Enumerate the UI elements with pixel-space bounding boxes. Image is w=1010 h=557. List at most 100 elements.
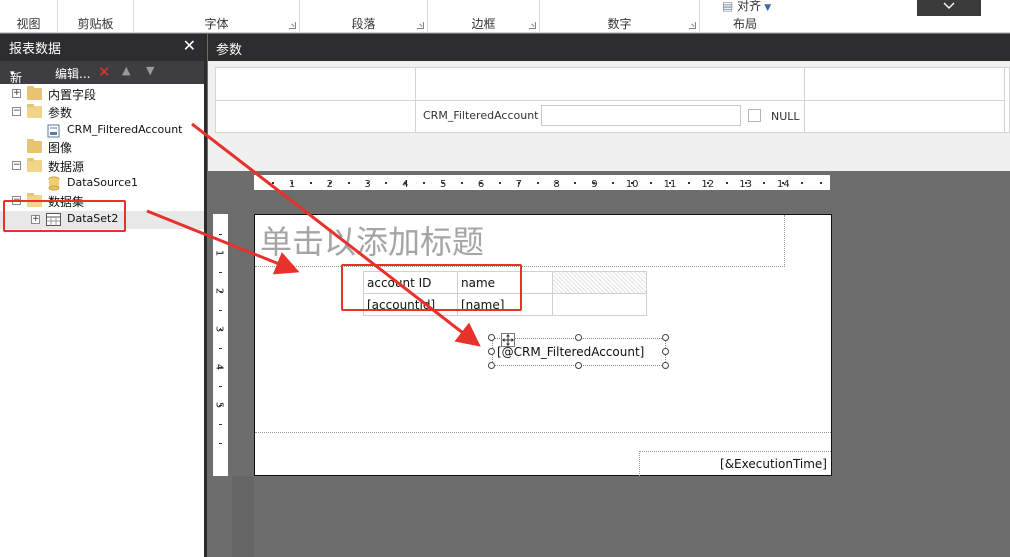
ruler-tick-mark xyxy=(668,182,671,184)
ruler-tick-label: 3 xyxy=(364,179,371,190)
ribbon-group-clipboard[interactable]: 剪贴板 xyxy=(58,0,134,33)
chevron-down-icon: ▼ xyxy=(764,3,772,13)
ruler-tick-mark xyxy=(479,182,482,184)
panel-header: 报表数据 ✕ xyxy=(0,34,204,61)
execution-time-textbox[interactable]: [&ExecutionTime] xyxy=(639,451,831,476)
resize-handle[interactable] xyxy=(488,348,495,355)
ruler-tick-mark xyxy=(219,424,222,425)
ribbon-group-label: 字体 xyxy=(204,17,229,31)
table-data-cell[interactable] xyxy=(552,293,647,316)
ruler-tick-label: 9 xyxy=(591,179,598,190)
folder-open-icon xyxy=(27,158,42,172)
resize-handle[interactable] xyxy=(662,362,669,369)
ribbon-group-font[interactable]: 字体 xyxy=(134,0,300,33)
close-icon[interactable]: ✕ xyxy=(183,36,196,55)
page-footer-divider xyxy=(255,432,831,433)
ruler-tick-mark xyxy=(782,182,785,184)
ruler-tick-label: 13 xyxy=(739,179,752,190)
tree-item-datasource1[interactable]: DataSource1 xyxy=(0,175,204,193)
ribbon-group-number[interactable]: 数字 xyxy=(540,0,700,33)
ruler-tick-mark xyxy=(517,182,520,184)
resize-handle[interactable] xyxy=(575,334,582,341)
param-grid-cell xyxy=(805,101,1005,133)
ruler-tick-mark xyxy=(219,329,222,330)
resize-handle[interactable] xyxy=(488,334,495,341)
resize-handle[interactable] xyxy=(575,362,582,369)
folder-icon xyxy=(27,86,42,100)
tree-item-parameters[interactable]: − 参数 xyxy=(0,103,204,121)
ruler-tick-mark xyxy=(404,182,407,184)
collapse-icon[interactable]: − xyxy=(12,161,21,170)
ruler-tick-mark xyxy=(442,182,445,184)
ruler-tick-mark xyxy=(555,182,558,184)
ruler-tick-mark xyxy=(309,182,312,184)
horizontal-ruler: 1 2 3 4 5 6 7 8 9 10 11 12 13 14 xyxy=(254,175,830,190)
panel-toolbar: 新建 ▾ 编辑... ✕ ▲ ▼ xyxy=(0,61,204,102)
dialog-launcher-icon[interactable] xyxy=(529,22,536,29)
edit-button[interactable]: 编辑... xyxy=(55,65,90,82)
ribbon-group-view[interactable]: 视图 xyxy=(0,0,58,33)
tree-item-label: 数据源 xyxy=(48,160,85,174)
tree-item-images[interactable]: 图像 xyxy=(0,138,204,156)
ruler-tick-mark xyxy=(801,182,804,184)
parameters-area: CRM_FilteredAccount NULL xyxy=(208,61,1010,171)
resize-handle[interactable] xyxy=(662,334,669,341)
tree-item-label: 参数 xyxy=(48,106,73,120)
ribbon-group-paragraph[interactable]: 段落 xyxy=(300,0,428,33)
ruler-tick-mark xyxy=(219,405,222,406)
ribbon-group-border[interactable]: 边框 xyxy=(428,0,540,33)
ruler-tick-mark xyxy=(574,182,577,184)
dialog-launcher-icon[interactable] xyxy=(689,22,696,29)
move-up-icon[interactable]: ▲ xyxy=(122,64,130,77)
database-icon xyxy=(48,176,60,191)
report-page[interactable]: 单击以添加标题 account ID name [accountid] [nam… xyxy=(254,214,832,476)
align-icon: ▤ xyxy=(722,0,734,13)
ruler-tick-label: 2 xyxy=(326,179,333,190)
collapse-ribbon-button[interactable] xyxy=(917,0,981,16)
ruler-tick-label: 5 xyxy=(440,179,447,190)
null-label: NULL xyxy=(771,110,800,123)
tree-item-datasources[interactable]: − 数据源 xyxy=(0,157,204,175)
resize-handle[interactable] xyxy=(488,362,495,369)
ruler-tick-mark xyxy=(706,182,709,184)
ruler-tick-mark xyxy=(219,253,222,254)
ribbon-group-label: 边框 xyxy=(471,17,496,31)
param-value-input[interactable] xyxy=(541,105,741,126)
resize-handle[interactable] xyxy=(662,348,669,355)
param-grid-cell xyxy=(805,68,1005,101)
move-down-icon[interactable]: ▼ xyxy=(146,64,154,77)
ruler-tick-mark xyxy=(423,182,426,184)
delete-icon[interactable]: ✕ xyxy=(98,63,111,81)
dialog-launcher-icon[interactable] xyxy=(289,22,296,29)
ruler-tick-mark xyxy=(219,310,222,311)
panel-title: 报表数据 xyxy=(9,42,62,57)
parameters-title: 参数 xyxy=(216,43,243,58)
move-icon[interactable] xyxy=(501,333,515,347)
ruler-tick-label: 14 xyxy=(777,179,790,190)
param-grid-cell xyxy=(216,101,416,133)
chevron-down-icon xyxy=(943,2,955,9)
folder-open-icon xyxy=(27,104,42,118)
ruler-tick-mark xyxy=(498,182,501,184)
ruler-tick-mark xyxy=(593,182,596,184)
ruler-tick-mark xyxy=(763,182,766,184)
ribbon-group-label: 视图 xyxy=(16,17,41,31)
ruler-tick-mark xyxy=(650,182,652,184)
param-grid-cell xyxy=(216,68,416,101)
ruler-tick-mark xyxy=(366,182,369,184)
align-label: 对齐 xyxy=(737,0,762,13)
null-checkbox[interactable] xyxy=(748,109,761,122)
tree-item-builtin-fields[interactable]: + 内置字段 xyxy=(0,85,204,103)
dialog-launcher-icon[interactable] xyxy=(417,22,424,29)
ruler-tick-label: 1 xyxy=(288,179,296,190)
ribbon: 视图 剪贴板 字体 段落 边框 数字 布局 ▤ 对齐 ▼ xyxy=(0,0,1010,33)
report-title-box[interactable]: 单击以添加标题 xyxy=(255,215,785,267)
expand-icon[interactable]: + xyxy=(12,89,21,98)
collapse-icon[interactable]: − xyxy=(12,107,21,116)
align-button[interactable]: ▤ 对齐 ▼ xyxy=(722,0,771,14)
table-header-cell[interactable] xyxy=(552,271,647,294)
ruler-tick-label: 11 xyxy=(663,179,677,190)
ruler-tick-label: 4 xyxy=(402,179,409,190)
ruler-tick-label: 7 xyxy=(515,179,522,190)
ruler-tick-mark xyxy=(219,443,222,444)
